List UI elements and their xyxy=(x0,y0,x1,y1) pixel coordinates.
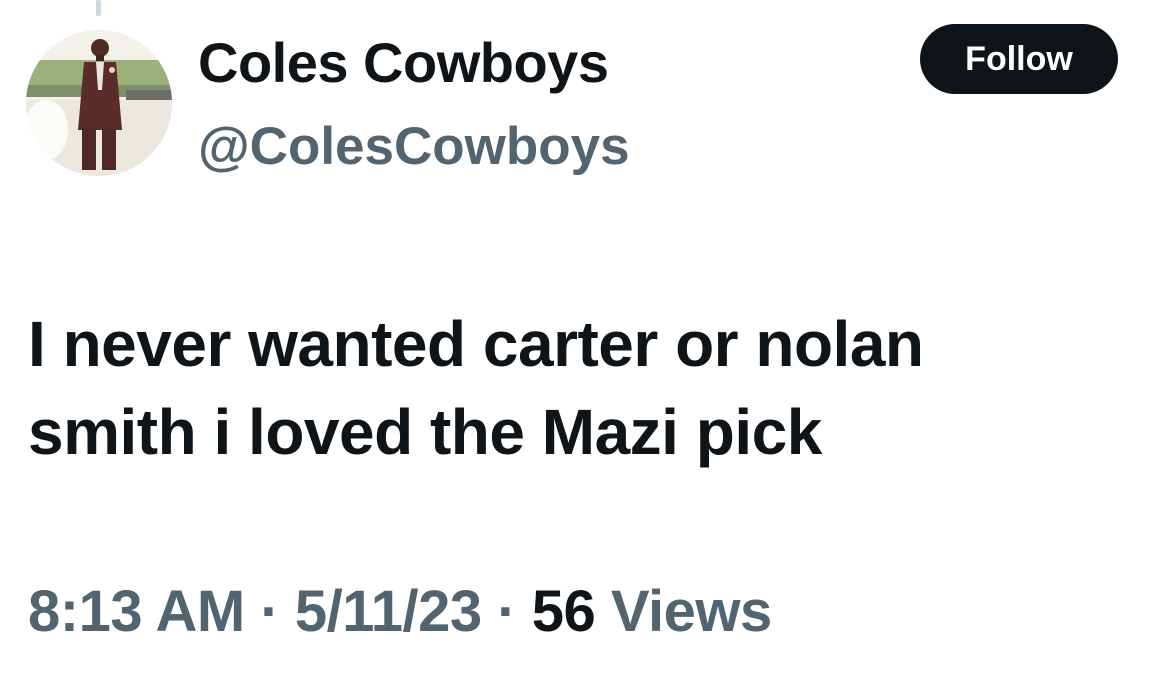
thread-connector-line xyxy=(96,0,101,16)
author-handle[interactable]: @ColesCowboys xyxy=(198,116,630,177)
meta-separator: · xyxy=(497,579,517,644)
profile-photo-icon xyxy=(26,30,172,176)
views-count: 56 xyxy=(531,579,596,644)
avatar[interactable] xyxy=(26,30,172,176)
views-label: Views xyxy=(610,579,772,644)
tweet-date[interactable]: 5/11/23 xyxy=(295,579,482,644)
tweet-text-line: I never wanted carter or nolan xyxy=(28,308,924,380)
follow-button[interactable]: Follow xyxy=(920,24,1118,94)
tweet-meta: 8:13 AM · 5/11/23 · 56 Views xyxy=(28,578,772,645)
meta-separator: · xyxy=(260,579,280,644)
tweet-time[interactable]: 8:13 AM xyxy=(28,579,245,644)
tweet-text: I never wanted carter or nolan smith i l… xyxy=(28,300,1138,476)
author-display-name[interactable]: Coles Cowboys xyxy=(198,30,609,95)
tweet-text-line: smith i loved the Mazi pick xyxy=(28,396,822,468)
